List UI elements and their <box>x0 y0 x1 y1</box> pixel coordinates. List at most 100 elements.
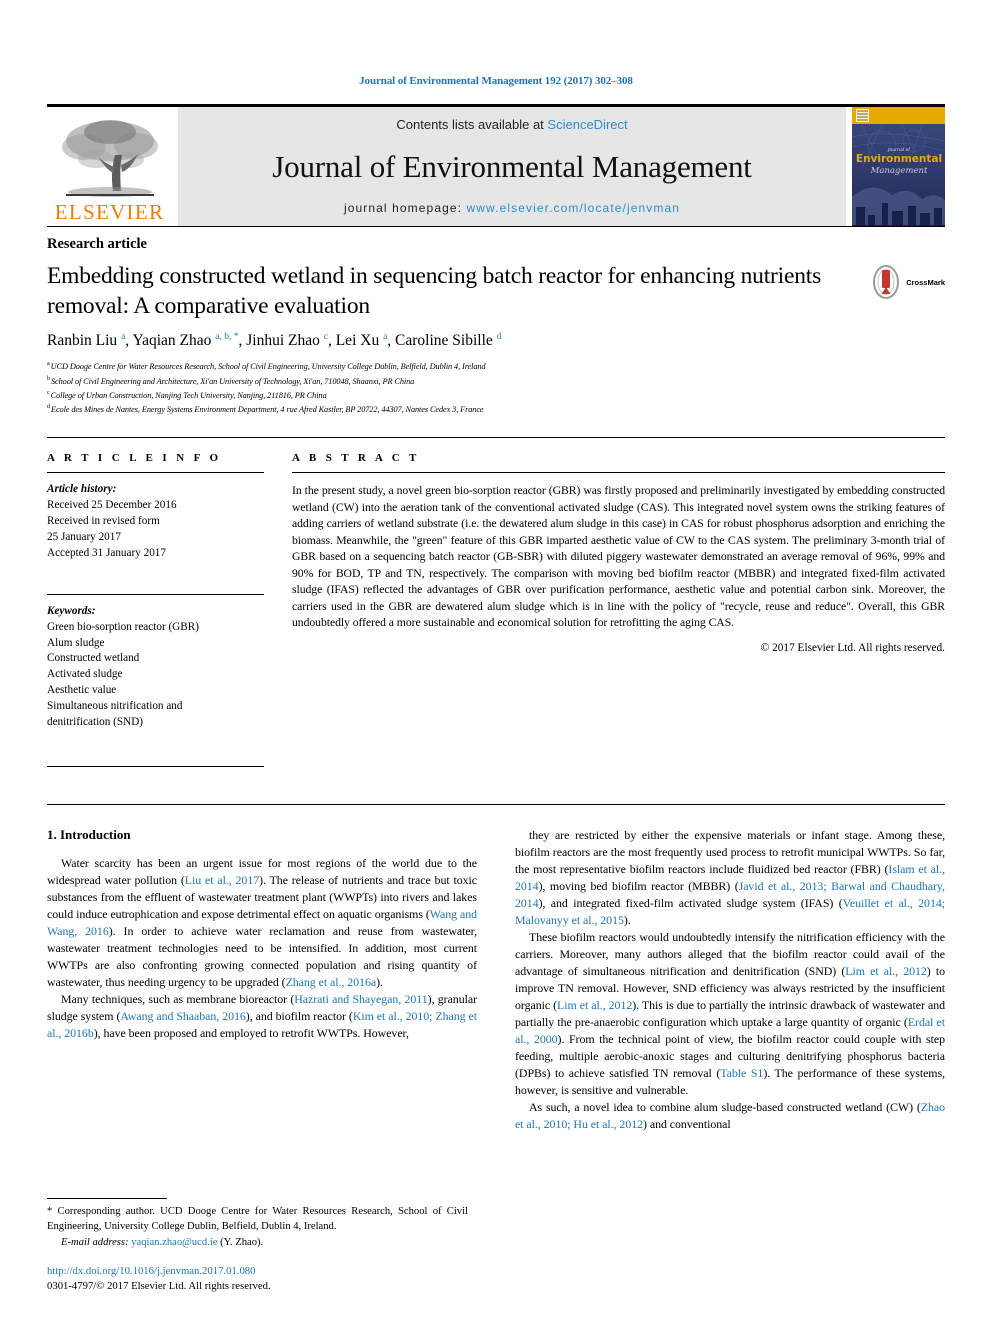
crossmark-icon <box>873 265 900 299</box>
sciencedirect-link[interactable]: ScienceDirect <box>547 117 627 132</box>
contents-prefix: Contents lists available at <box>396 117 544 132</box>
affiliation-line: bSchool of Civil Engineering and Archite… <box>47 374 415 386</box>
masthead-banner: Contents lists available at ScienceDirec… <box>178 107 846 226</box>
body-paragraph: As such, a novel idea to combine alum sl… <box>515 1100 945 1132</box>
citation-link[interactable]: Veuillet et al., 2014; Malovanyy et al.,… <box>515 896 945 927</box>
author-name: Ranbin Liu <box>47 332 122 350</box>
journal-homepage-link[interactable]: www.elsevier.com/locate/jenvman <box>467 201 681 215</box>
abstract-copyright: © 2017 Elsevier Ltd. All rights reserved… <box>760 641 945 654</box>
article-page: Journal of Environmental Management 192 … <box>0 0 992 1323</box>
author-affiliation-marker: c <box>323 332 328 343</box>
keywords-top-rule <box>47 593 264 595</box>
author-name: Lei Xu <box>335 332 384 350</box>
citation-link[interactable]: Awang and Shaaban, 2016 <box>120 1009 245 1023</box>
abstract-text: In the present study, a novel green bio-… <box>292 484 945 630</box>
cover-art: Journal of Environmental Management <box>852 107 945 226</box>
journal-title: Journal of Environmental Management <box>272 148 752 184</box>
crossmark-badge[interactable]: CrossMark <box>869 265 945 299</box>
masthead-bottom-rule <box>47 226 945 227</box>
left-column-paragraphs: Water scarcity has been an urgent issue … <box>47 855 477 1042</box>
contents-line: Contents lists available at ScienceDirec… <box>396 117 627 132</box>
body-paragraph: Many techniques, such as membrane biorea… <box>47 992 477 1041</box>
affiliation-list: aUCD Dooge Centre for Water Resources Re… <box>47 359 945 416</box>
email-suffix: (Y. Zhao). <box>220 1236 264 1248</box>
citation-link[interactable]: Wang and Wang, 2016 <box>47 907 477 938</box>
keyword-item: Green bio-sorption reactor (GBR) <box>47 620 199 633</box>
article-history-line: Received in revised form <box>47 515 160 527</box>
body-paragraph: These biofilm reactors would undoubtedly… <box>515 930 946 1098</box>
body-paragraph: Water scarcity has been an urgent issue … <box>47 855 478 990</box>
author-affiliation-marker: a <box>121 332 126 343</box>
citation-link[interactable]: Hazrati and Shayegan, 2011 <box>294 992 427 1006</box>
elsevier-tree-icon <box>61 120 158 197</box>
crossmark-label: CrossMark <box>906 277 945 287</box>
keywords-lines: Green bio-sorption reactor (GBR) Alum slu… <box>47 620 264 731</box>
body-top-rule <box>47 803 945 805</box>
title-row: Embedding constructed wetland in sequenc… <box>47 262 945 321</box>
citation-link[interactable]: Erdal et al., 2000 <box>515 1015 945 1046</box>
affiliation-marker: c <box>47 388 50 396</box>
journal-homepage-line: journal homepage: www.elsevier.com/locat… <box>344 201 680 215</box>
corresponding-author-note: * Corresponding author. UCD Dooge Centre… <box>47 1206 468 1233</box>
affiliation-marker: d <box>47 402 50 410</box>
keyword-item: Simultaneous nitrification and <box>47 700 183 713</box>
author-name: Jinhui Zhao <box>246 332 324 350</box>
section-heading-introduction: 1. Introduction <box>47 826 131 842</box>
affiliation-line: dEcole des Mines de Nantes, Energy Syste… <box>47 402 484 414</box>
article-info-rule <box>47 472 264 474</box>
citation-link[interactable]: Lim et al., 2012 <box>845 964 927 978</box>
article-history-line: Received 25 December 2016 <box>47 499 177 512</box>
doi-link[interactable]: http://dx.doi.org/10.1016/j.jenvman.2017… <box>47 1264 468 1280</box>
body-column-right: they are restricted by either the expens… <box>515 827 945 1133</box>
svg-text:Management: Management <box>870 166 928 176</box>
issn-copyright: 0301-4797/© 2017 Elsevier Ltd. All right… <box>47 1280 271 1293</box>
email-link[interactable]: yaqian.zhao@ucd.ie <box>131 1237 217 1248</box>
author-list: Ranbin Liu a, Yaqian Zhao a, b, *, Jinhu… <box>47 332 502 350</box>
footnote-block: * Corresponding author. UCD Dooge Centre… <box>47 1198 468 1295</box>
journal-cover-thumbnail: Journal of Environmental Management <box>852 107 945 226</box>
article-type-label: Research article <box>47 236 147 252</box>
keyword-item: Constructed wetland <box>47 652 140 665</box>
abstract-column: A B S T R A C T In the present study, a … <box>292 452 945 767</box>
keywords-label: Keywords: <box>47 604 96 617</box>
citation-link[interactable]: Kim et al., 2010; Zhang et al., 2016b <box>47 1009 477 1040</box>
author-name: Caroline Sibille <box>395 332 497 350</box>
info-abstract-block: A R T I C L E I N F O Article history: R… <box>47 437 945 767</box>
author-affiliation-marker: d <box>496 332 502 343</box>
article-history-line: Accepted 31 January 2017 <box>47 546 166 559</box>
body-columns: 1. Introduction Water scarcity has been … <box>47 827 945 1133</box>
abstract-heading: A B S T R A C T <box>292 452 420 465</box>
right-column-paragraphs: they are restricted by either the expens… <box>515 827 945 1133</box>
homepage-label: journal homepage: <box>343 201 463 215</box>
affiliation-line: cCollege of Urban Construction, Nanjing … <box>47 388 327 400</box>
article-history-line: 25 January 2017 <box>47 530 121 543</box>
affiliation-marker: b <box>47 374 50 382</box>
keywords-block: Keywords: Green bio-sorption reactor (GB… <box>47 604 264 731</box>
article-history-lines: Received 25 December 2016 Received in rev… <box>47 498 264 562</box>
citation-link[interactable]: Table S1 <box>720 1066 763 1080</box>
author-name: Yaqian Zhao <box>132 332 216 350</box>
elsevier-logo: ELSEVIER <box>47 107 172 226</box>
article-info-column: A R T I C L E I N F O Article history: R… <box>47 452 292 767</box>
body-paragraph: they are restricted by either the expens… <box>515 827 945 928</box>
keyword-item: Aesthetic value <box>47 684 117 697</box>
affiliation-marker: a <box>47 360 50 368</box>
citation-link[interactable]: Liu et al., 2017 <box>185 873 259 887</box>
body-column-left: 1. Introduction Water scarcity has been … <box>47 827 477 1133</box>
citation-link[interactable]: Lim et al., 2012 <box>557 998 632 1012</box>
citation-link[interactable]: Zhang et al., 2016a <box>286 975 377 989</box>
journal-masthead: ELSEVIER Contents lists available at Sci… <box>47 104 945 226</box>
keyword-item: Activated sludge <box>47 668 123 681</box>
svg-text:Environmental: Environmental <box>856 153 942 165</box>
author-affiliation-marker: a, b, * <box>215 332 239 343</box>
running-head: Journal of Environmental Management 192 … <box>359 75 633 87</box>
keyword-item: Alum sludge <box>47 636 105 649</box>
keywords-bottom-rule <box>47 765 264 767</box>
article-history-label: Article history: <box>47 483 117 496</box>
doi-block: http://dx.doi.org/10.1016/j.jenvman.2017… <box>47 1264 468 1295</box>
affiliation-line: aUCD Dooge Centre for Water Resources Re… <box>47 360 486 372</box>
email-note: E-mail address: yaqian.zhao@ucd.ie (Y. Z… <box>47 1235 468 1250</box>
footnote-rule <box>47 1198 167 1200</box>
citation-link[interactable]: Zhao et al., 2010; Hu et al., 2012 <box>515 1100 945 1131</box>
elsevier-wordmark: ELSEVIER <box>54 200 165 224</box>
